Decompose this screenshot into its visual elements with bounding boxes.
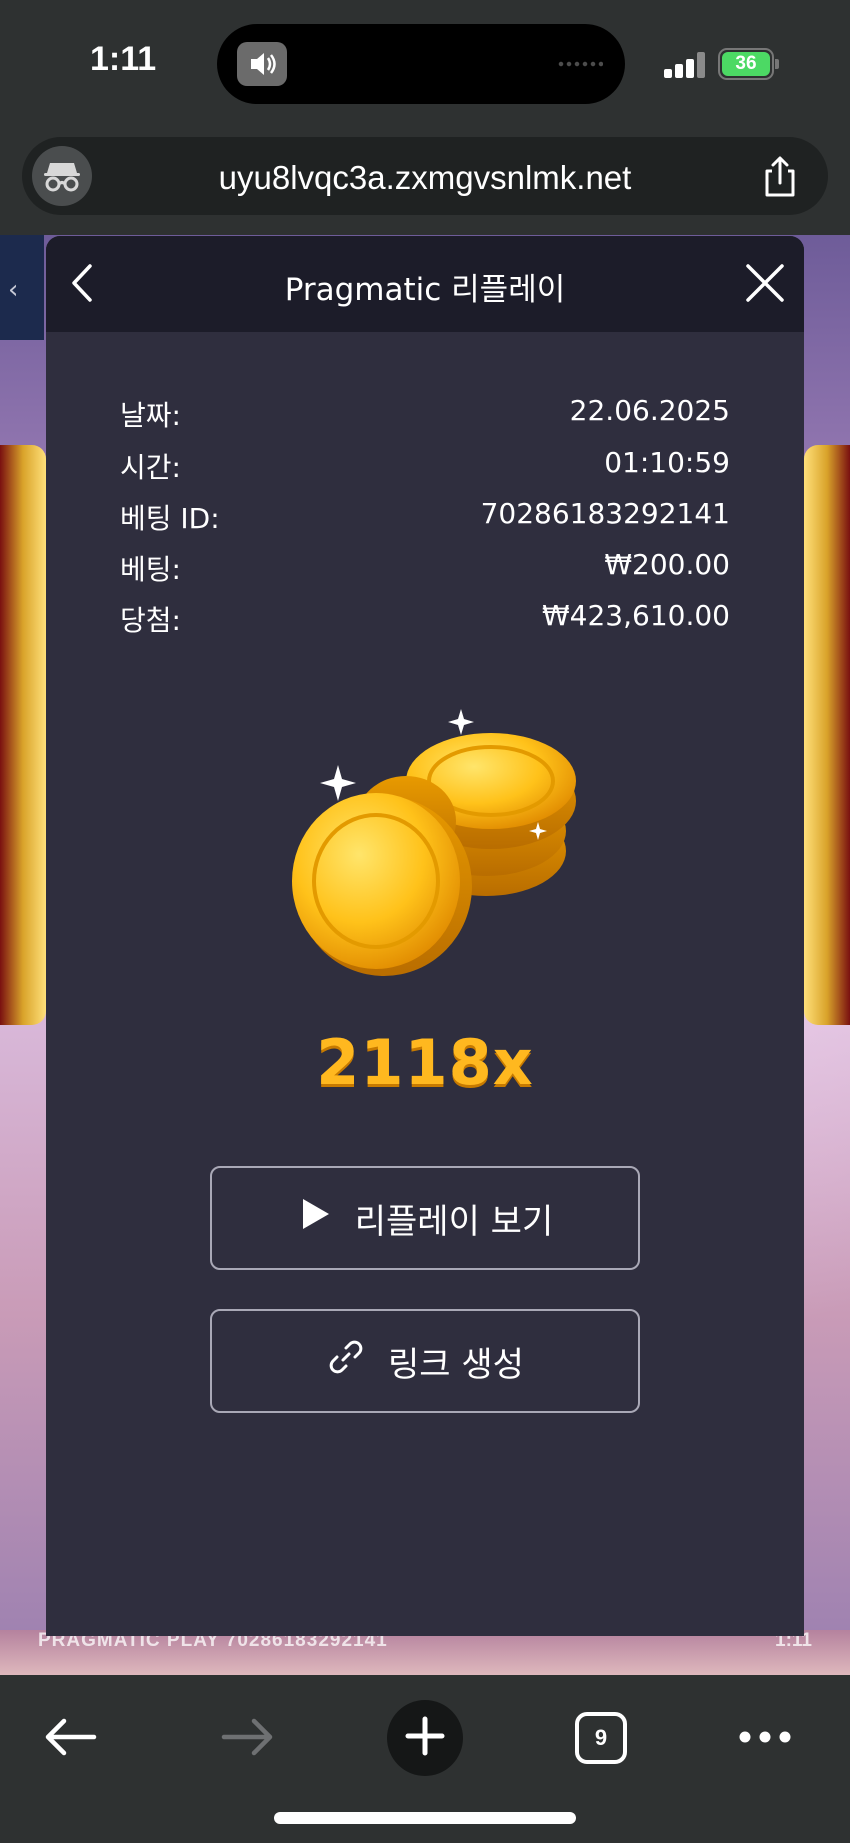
forward-arrow-icon[interactable] — [218, 1700, 278, 1774]
info-row-date: 날짜: 22.06.2025 — [120, 394, 730, 434]
info-row-bet-id: 베팅 ID: 70286183292141 — [120, 497, 730, 537]
status-bar: 1:11 36 — [0, 0, 850, 125]
modal-header: Pragmatic 리플레이 — [46, 236, 804, 332]
info-value: 70286183292141 — [480, 497, 730, 530]
coins-icon — [276, 701, 606, 981]
reel-frame-left — [0, 445, 46, 1025]
home-indicator[interactable] — [274, 1812, 576, 1824]
play-icon — [297, 1196, 333, 1241]
battery-level: 36 — [722, 52, 770, 76]
info-value: 22.06.2025 — [569, 394, 730, 427]
address-bar-area: uyu8lvqc3a.zxmgvsnlmk.net — [0, 125, 850, 235]
battery-icon: 36 — [718, 48, 779, 80]
modal-title: Pragmatic 리플레이 — [284, 272, 566, 308]
info-row-win: 당첨: ₩423,610.00 — [120, 599, 730, 639]
address-bar[interactable]: uyu8lvqc3a.zxmgvsnlmk.net — [22, 137, 828, 215]
info-label: 베팅 ID: — [120, 502, 220, 535]
dynamic-island — [217, 24, 625, 104]
multiplier-text: 2118x — [316, 1026, 534, 1099]
info-value: 01:10:59 — [604, 446, 730, 479]
status-time: 1:11 — [90, 40, 157, 78]
url-text[interactable]: uyu8lvqc3a.zxmgvsnlmk.net — [22, 159, 828, 197]
info-value: ₩423,610.00 — [541, 599, 730, 632]
info-label: 시간: — [120, 451, 181, 484]
info-row-time: 시간: 01:10:59 — [120, 446, 730, 486]
tabs-button[interactable]: 9 — [575, 1712, 627, 1764]
more-icon[interactable] — [735, 1700, 795, 1774]
activity-dots — [557, 61, 603, 67]
speaker-icon — [237, 42, 287, 86]
create-link-button[interactable]: 링크 생성 — [210, 1309, 640, 1413]
info-label: 날짜: — [120, 399, 181, 432]
chevron-left-icon[interactable]: ‹ — [8, 275, 18, 305]
back-arrow-icon[interactable] — [40, 1700, 100, 1774]
new-tab-button[interactable] — [387, 1700, 463, 1776]
replay-modal: Pragmatic 리플레이 날짜: 22.06.2025 시간: 01:10:… — [46, 236, 804, 1636]
watch-replay-button[interactable]: 리플레이 보기 — [210, 1166, 640, 1270]
close-icon[interactable] — [740, 258, 790, 308]
cellular-signal-icon — [664, 52, 708, 78]
plus-icon — [405, 1716, 445, 1760]
info-row-bet: 베팅: ₩200.00 — [120, 548, 730, 588]
info-label: 베팅: — [120, 553, 181, 586]
info-label: 당첨: — [120, 604, 181, 637]
info-value: ₩200.00 — [604, 548, 730, 581]
create-link-label: 링크 생성 — [388, 1344, 524, 1385]
game-side-panel[interactable]: ‹ — [0, 235, 44, 340]
watch-replay-label: 리플레이 보기 — [354, 1201, 554, 1242]
reel-frame-right — [804, 445, 850, 1025]
link-icon — [326, 1337, 366, 1386]
share-icon[interactable] — [758, 155, 802, 199]
